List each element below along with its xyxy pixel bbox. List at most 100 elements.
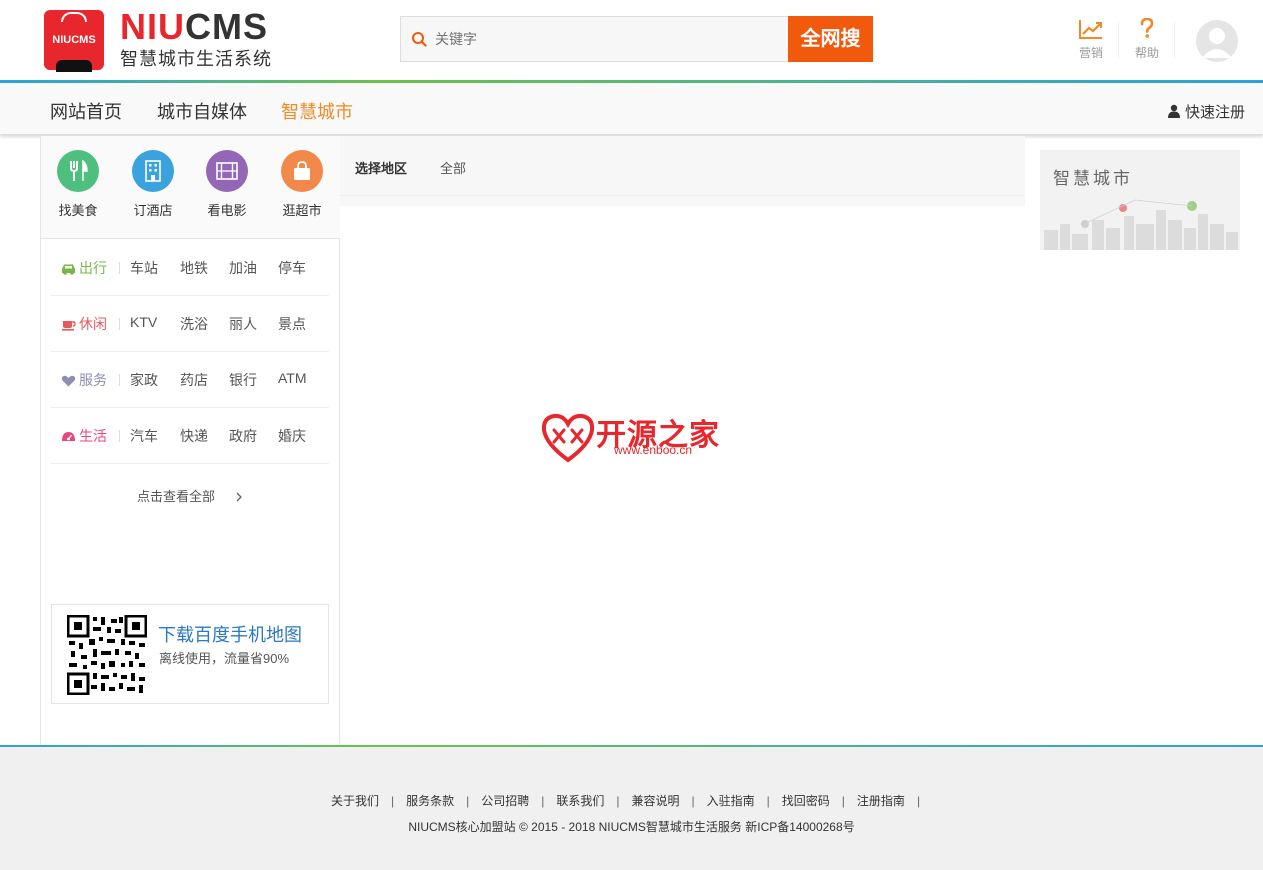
category-head[interactable]: 休闲 bbox=[61, 314, 127, 334]
site-footer: 关于我们 | 服务条款 | 公司招聘 | 联系我们 | 兼容说明 | 入驻指南 | 找回密码 | 注册指南 |… bbox=[0, 747, 1263, 870]
category-head[interactable]: 服务 bbox=[61, 370, 127, 390]
search-box bbox=[400, 16, 788, 62]
category-link[interactable]: 政府 bbox=[229, 426, 257, 446]
category-link[interactable]: 汽车 bbox=[130, 426, 158, 446]
category-divider bbox=[119, 262, 120, 274]
footer-separator: | bbox=[466, 794, 470, 808]
filter-option-all[interactable]: 全部 bbox=[440, 158, 466, 177]
logo-badge-text: NIUCMS bbox=[52, 34, 96, 46]
category-link[interactable]: 停车 bbox=[278, 258, 306, 278]
category-name: 休闲 bbox=[79, 316, 107, 332]
quick-link-hotel[interactable]: 订酒店 bbox=[123, 150, 183, 219]
quick-link-food[interactable]: 找美食 bbox=[48, 150, 108, 219]
chart-up-icon bbox=[1079, 20, 1102, 39]
footer-links: 关于我们 | 服务条款 | 公司招聘 | 联系我们 | 兼容说明 | 入驻指南 | 找回密码 | 注册指南 | bbox=[0, 792, 1263, 809]
category-row-travel: 出行 车站 地铁 加油 停车 bbox=[51, 240, 329, 296]
category-link[interactable]: ATM bbox=[278, 370, 307, 386]
category-link[interactable]: 地铁 bbox=[180, 258, 208, 278]
quick-link-movie[interactable]: 看电影 bbox=[197, 150, 257, 219]
category-divider bbox=[119, 318, 120, 330]
category-head[interactable]: 出行 bbox=[61, 258, 127, 278]
qr-code-icon bbox=[67, 615, 147, 695]
smart-city-banner[interactable]: 智慧城市 bbox=[1040, 150, 1240, 250]
category-link[interactable]: 车站 bbox=[130, 258, 158, 278]
see-all-label: 点击查看全部 bbox=[137, 489, 216, 504]
search-input[interactable] bbox=[435, 25, 775, 53]
tool-divider bbox=[1118, 22, 1119, 58]
help-button[interactable]: 帮助 bbox=[1122, 18, 1172, 61]
footer-separator: | bbox=[916, 794, 921, 808]
category-divider bbox=[119, 430, 120, 442]
category-divider bbox=[119, 374, 120, 386]
search-button[interactable]: 全网搜 bbox=[788, 16, 873, 62]
category-link[interactable]: 家政 bbox=[130, 370, 158, 390]
category-row-life: 生活 汽车 快递 政府 婚庆 bbox=[51, 408, 329, 464]
footer-link[interactable]: 公司招聘 bbox=[481, 794, 529, 808]
chevron-right-icon bbox=[236, 492, 242, 502]
filter-strip bbox=[340, 196, 1025, 206]
tool-divider bbox=[1174, 22, 1175, 58]
heart-icon bbox=[61, 375, 76, 387]
category-row-leisure: 休闲 KTV 洗浴 丽人 景点 bbox=[51, 296, 329, 352]
marketing-label: 营销 bbox=[1078, 46, 1103, 60]
nav-item-home[interactable]: 网站首页 bbox=[50, 98, 122, 124]
logo-word-red: NIU bbox=[120, 6, 185, 47]
footer-link[interactable]: 注册指南 bbox=[857, 794, 905, 808]
category-link[interactable]: 快递 bbox=[180, 426, 208, 446]
shopping-bag-icon bbox=[281, 150, 323, 192]
quick-link-label: 找美食 bbox=[58, 203, 98, 218]
nav-item-city-media[interactable]: 城市自媒体 bbox=[157, 98, 247, 124]
left-sidebar: 找美食 订酒店 看电影 逛超市 出行 车站 地铁 加油 停车 休闲 KTV 洗浴… bbox=[40, 136, 340, 746]
quick-link-label: 看电影 bbox=[207, 203, 247, 218]
category-link[interactable]: 丽人 bbox=[229, 314, 257, 334]
footer-separator: | bbox=[841, 794, 845, 808]
marketing-button[interactable]: 营销 bbox=[1066, 18, 1116, 61]
category-link[interactable]: 银行 bbox=[229, 370, 257, 390]
qr-title: 下载百度手机地图 bbox=[158, 625, 302, 645]
category-link[interactable]: 药店 bbox=[180, 370, 208, 390]
search-icon bbox=[412, 32, 427, 47]
user-icon bbox=[1167, 104, 1180, 118]
footer-separator: | bbox=[691, 794, 695, 808]
question-icon bbox=[1140, 18, 1154, 38]
quick-register-link[interactable]: 快速注册 bbox=[1167, 101, 1245, 122]
see-all-link[interactable]: 点击查看全部 bbox=[137, 486, 243, 505]
category-name: 服务 bbox=[79, 372, 107, 388]
site-header: NIUCMS NIUCMS 智慧城市生活系统 全网搜 营销 帮助 bbox=[0, 0, 1263, 80]
footer-link[interactable]: 关于我们 bbox=[331, 794, 379, 808]
help-label: 帮助 bbox=[1134, 46, 1159, 60]
quick-link-label: 逛超市 bbox=[282, 203, 322, 218]
category-link[interactable]: 婚庆 bbox=[278, 426, 306, 446]
app-download-box[interactable]: 下载百度手机地图 离线使用，流量省90% bbox=[51, 604, 329, 704]
user-avatar-icon[interactable] bbox=[1196, 20, 1238, 62]
footer-link[interactable]: 联系我们 bbox=[556, 794, 604, 808]
footer-link[interactable]: 入驻指南 bbox=[707, 794, 755, 808]
footer-separator: | bbox=[616, 794, 620, 808]
category-link[interactable]: 景点 bbox=[278, 314, 306, 334]
logo-subtitle: 智慧城市生活系统 bbox=[120, 49, 272, 69]
logo-badge[interactable]: NIUCMS bbox=[44, 10, 104, 72]
search-bar: 全网搜 bbox=[400, 16, 873, 62]
category-link[interactable]: 加油 bbox=[229, 258, 257, 278]
nav-item-smart-city[interactable]: 智慧城市 bbox=[281, 98, 353, 124]
cat-ears-icon bbox=[56, 60, 92, 72]
footer-separator: | bbox=[766, 794, 770, 808]
watermark-url: www.enboo.cn bbox=[614, 443, 693, 457]
footer-link[interactable]: 找回密码 bbox=[782, 794, 830, 808]
category-head[interactable]: 生活 bbox=[61, 426, 127, 446]
category-link[interactable]: KTV bbox=[130, 314, 157, 330]
logo-word-dark: CMS bbox=[185, 6, 268, 47]
car-icon bbox=[62, 264, 75, 275]
region-filter: 选择地区 全部 bbox=[340, 136, 1025, 196]
heart-logo-icon bbox=[541, 413, 595, 463]
category-name: 生活 bbox=[79, 428, 107, 444]
footer-link[interactable]: 兼容说明 bbox=[632, 794, 680, 808]
watermark: 开源之家 www.enboo.cn bbox=[540, 410, 730, 466]
coffee-icon bbox=[62, 321, 76, 331]
category-link[interactable]: 洗浴 bbox=[180, 314, 208, 334]
building-icon bbox=[132, 150, 174, 192]
category-name: 出行 bbox=[79, 260, 107, 276]
quick-link-supermarket[interactable]: 逛超市 bbox=[272, 150, 332, 219]
footer-link[interactable]: 服务条款 bbox=[406, 794, 454, 808]
logo-wordmark[interactable]: NIUCMS bbox=[120, 6, 268, 48]
